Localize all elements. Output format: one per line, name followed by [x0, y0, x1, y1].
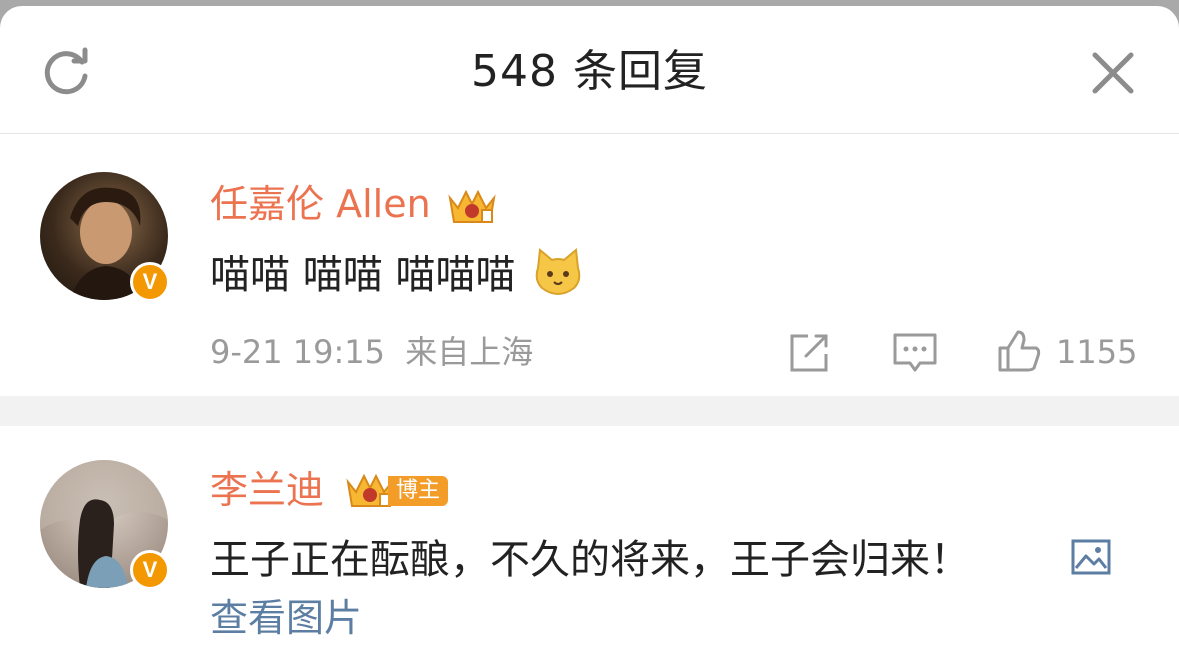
like-count: 1155: [1056, 333, 1138, 371]
comment-item: V 任嘉伦 Allen 喵喵 喵喵 喵喵喵 9-21 19:15 来自上海 11…: [0, 134, 1179, 396]
blogger-tag: 博主: [388, 476, 449, 506]
vip-crown-icon: [448, 189, 496, 223]
picture-icon[interactable]: [1070, 538, 1112, 576]
page-title: 548 条回复: [471, 46, 708, 97]
comment-location: 来自上海: [405, 333, 534, 371]
cat-emoji: [535, 248, 581, 296]
replies-sheet: 548 条回复 V 任嘉伦 Allen 喵喵 喵喵 喵喵喵 9-21 19:15…: [0, 6, 1179, 656]
comment-meta: 9-21 19:15 来自上海: [210, 330, 533, 374]
verified-badge: V: [130, 550, 170, 590]
comment-item: V 李兰迪 博主 王子正在酝酿，不久的将来，王子会归来！ 查看图片: [0, 426, 1179, 656]
username[interactable]: 任嘉伦 Allen: [210, 180, 431, 228]
verified-badge: V: [130, 262, 170, 302]
comment-date: 9-21 19:15: [210, 333, 386, 371]
username[interactable]: 李兰迪: [210, 466, 324, 514]
comment-text: 喵喵 喵喵 喵喵喵: [210, 246, 584, 303]
sheet-header: 548 条回复: [0, 6, 1179, 134]
comment-text: 王子正在酝酿，不久的将来，王子会归来！: [210, 537, 970, 583]
comment-text-content: 喵喵 喵喵 喵喵喵: [210, 252, 516, 298]
like-icon[interactable]: [994, 326, 1044, 376]
comment-separator: [0, 396, 1179, 426]
close-icon[interactable]: [1088, 48, 1138, 98]
comment-icon[interactable]: [890, 330, 940, 374]
share-icon[interactable]: [786, 330, 834, 374]
view-pictures-link[interactable]: 查看图片: [210, 592, 362, 644]
